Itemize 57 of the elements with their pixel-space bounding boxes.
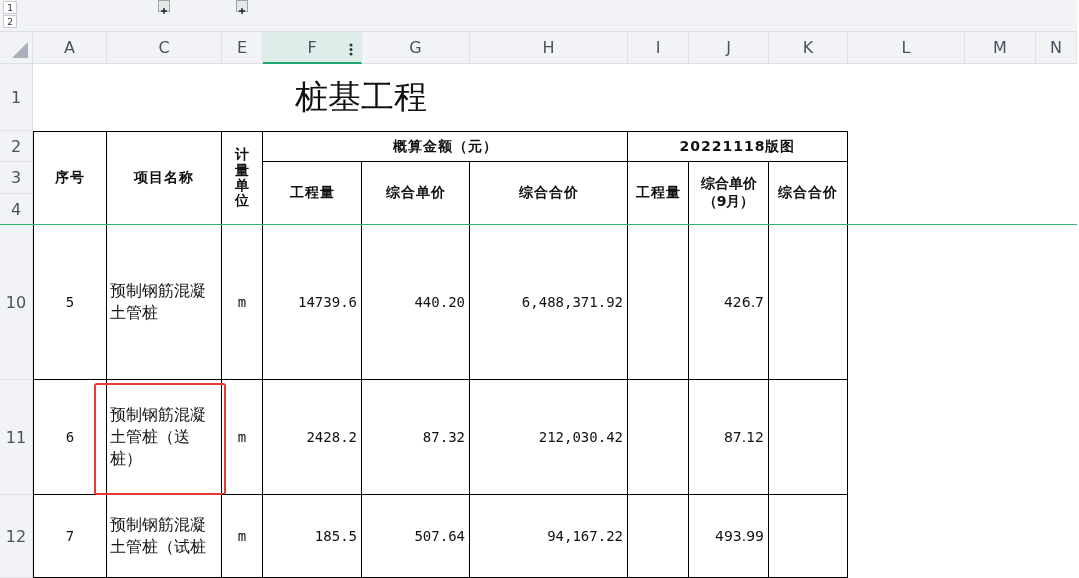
column-header[interactable]: G (362, 32, 470, 64)
column-heading: 计量单位 (235, 147, 249, 209)
column-heading: 综合合价 (778, 184, 838, 202)
row-header[interactable]: 4 (0, 194, 33, 225)
outline-level-button[interactable]: 1 (3, 1, 17, 14)
row-header[interactable]: 12 (0, 495, 33, 578)
table-cell: 185.5 (314, 528, 357, 544)
row-header[interactable]: 2 (0, 131, 33, 162)
table-cell: 5 (65, 294, 75, 310)
table-cell: 94,167.22 (547, 528, 623, 544)
table-cell: m (237, 429, 247, 445)
table-cell: 87.12 (723, 429, 764, 445)
expand-group-icon[interactable] (158, 0, 170, 12)
table-cell: 7 (65, 528, 75, 544)
table-cell: 440.20 (414, 294, 465, 310)
table-cell: 6 (65, 429, 75, 445)
column-header[interactable]: L (848, 32, 965, 64)
column-heading: 概算金额（元） (392, 137, 498, 156)
table-cell: m (237, 528, 247, 544)
column-header[interactable]: M (965, 32, 1036, 64)
row-header[interactable]: 3 (0, 162, 33, 194)
column-heading: 综合单价（9月） (699, 175, 758, 211)
column-header[interactable]: E (222, 32, 263, 64)
table-cell: 507.64 (414, 528, 465, 544)
sheet-title: 桩基工程 (295, 76, 427, 118)
column-heading: 工程量 (289, 184, 335, 202)
column-header[interactable]: C (107, 32, 222, 64)
row-header[interactable]: 11 (0, 380, 33, 495)
table-cell-text: 预制钢筋混凝土管桩（试桩 (110, 514, 207, 558)
table-cell: 212,030.42 (538, 429, 623, 445)
column-header[interactable]: I (628, 32, 689, 64)
table-cell: m (237, 294, 247, 310)
table-cell: 14739.6 (298, 294, 357, 310)
column-heading: 综合合价 (518, 184, 579, 202)
table-cell-text: 预制钢筋混凝土管桩 (110, 280, 207, 324)
row-header[interactable]: 10 (0, 225, 33, 380)
table-cell: 493.99 (715, 528, 764, 544)
column-header[interactable]: K (769, 32, 848, 64)
table-cell: 426.7 (723, 294, 764, 310)
column-header[interactable]: H (470, 32, 628, 64)
outline-level-button[interactable]: 2 (3, 15, 17, 28)
column-heading: 序号 (55, 169, 85, 187)
column-heading: 工程量 (635, 184, 681, 202)
column-heading: 20221118版图 (679, 137, 796, 156)
table-cell: 2428.2 (306, 429, 357, 445)
column-header[interactable]: N (1036, 32, 1077, 64)
column-header[interactable]: F (263, 32, 362, 64)
column-header[interactable]: A (33, 32, 107, 64)
row-header[interactable]: 1 (0, 64, 33, 131)
more-options-icon[interactable] (349, 43, 353, 56)
column-heading: 项目名称 (134, 169, 194, 187)
table-cell: 6,488,371.92 (521, 294, 623, 310)
column-heading: 综合单价 (385, 184, 446, 202)
table-cell: 87.32 (422, 429, 465, 445)
expand-group-icon[interactable] (236, 0, 248, 12)
column-header[interactable]: J (689, 32, 769, 64)
table-cell-text: 预制钢筋混凝土管桩（送桩） (110, 404, 207, 470)
